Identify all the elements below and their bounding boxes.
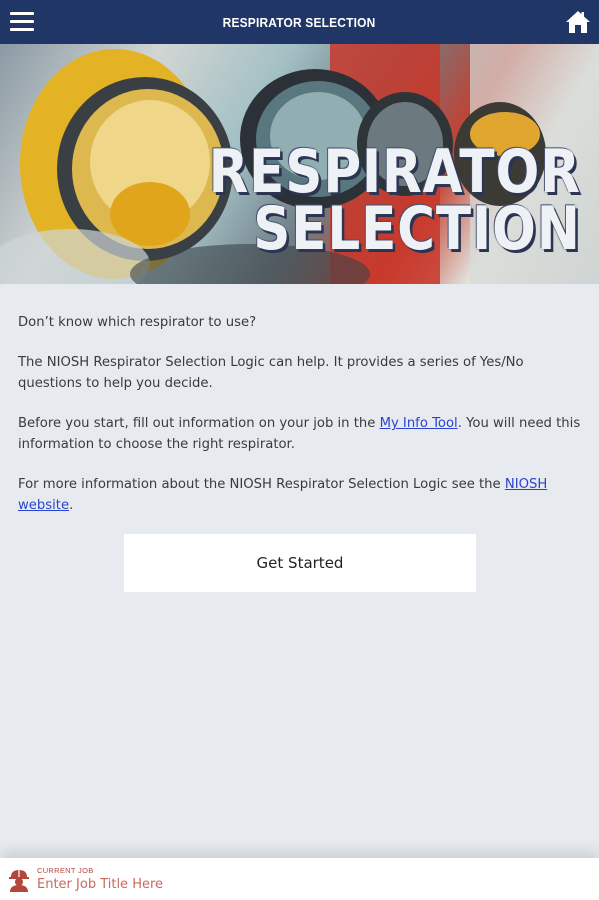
niosh-text-before: For more information about the NIOSH Res… (18, 477, 505, 492)
intro-description: The NIOSH Respirator Selection Logic can… (18, 355, 524, 391)
get-started-button[interactable]: Get Started (124, 534, 476, 592)
intro-question: Don’t know which respirator to use? (18, 315, 257, 330)
intro-text: Don’t know which respirator to use? The … (18, 312, 582, 535)
home-icon[interactable] (565, 9, 591, 35)
top-app-bar: RESPIRATOR SELECTION (0, 0, 599, 44)
worker-hardhat-icon (8, 868, 30, 892)
hero-title-line2: SELECTION (253, 194, 582, 264)
job-title-field[interactable]: Enter Job Title Here (37, 877, 163, 892)
niosh-text-after: . (69, 498, 74, 513)
current-job-bar[interactable]: CURRENT JOB Enter Job Title Here (0, 858, 599, 900)
my-info-paragraph: Before you start, fill out information o… (18, 413, 582, 455)
current-job-label: CURRENT JOB (37, 866, 94, 875)
hero-banner: RESPIRATOR SELECTION (0, 44, 599, 284)
page-title: RESPIRATOR SELECTION (223, 14, 376, 30)
hamburger-menu-icon[interactable] (10, 12, 34, 32)
hero-title: RESPIRATOR SELECTION (208, 137, 582, 264)
my-info-tool-link[interactable]: My Info Tool (380, 416, 458, 431)
hero-title-line1: RESPIRATOR (208, 137, 581, 207)
my-info-text-before: Before you start, fill out information o… (18, 416, 380, 431)
niosh-paragraph: For more information about the NIOSH Res… (18, 474, 582, 516)
